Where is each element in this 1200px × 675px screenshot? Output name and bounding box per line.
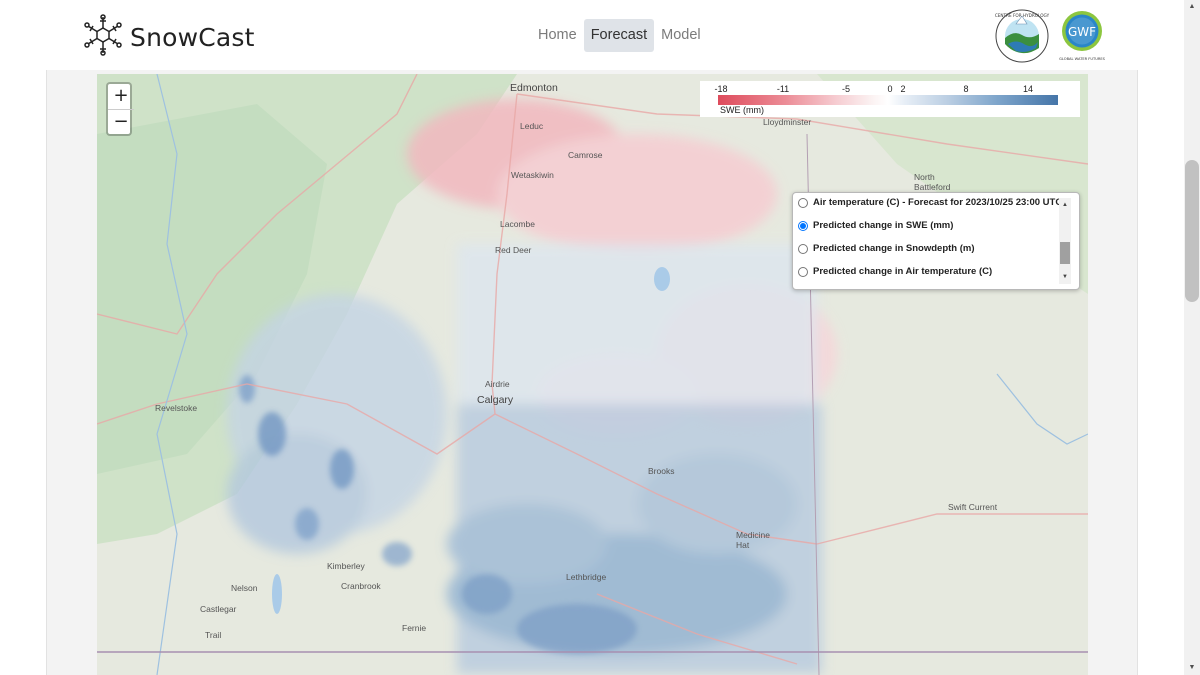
partner-logos: CENTRE FOR HYDROLOGY GWF GLOBAL WATER FU… <box>994 8 1106 69</box>
scroll-up-icon[interactable]: ▲ <box>1059 200 1071 210</box>
legend-tick: 0 <box>887 84 893 94</box>
label-lacombe: Lacombe <box>500 219 535 229</box>
svg-text:GLOBAL WATER FUTURES: GLOBAL WATER FUTURES <box>1059 57 1105 61</box>
nav-forecast[interactable]: Forecast <box>583 19 655 52</box>
label-edmonton: Edmonton <box>510 82 558 94</box>
layer-scrollbar[interactable]: ▲ ▼ <box>1059 198 1071 284</box>
svg-text:GWF: GWF <box>1068 25 1096 39</box>
label-revelstoke: Revelstoke <box>155 403 198 413</box>
layer-radio-snowdepth[interactable] <box>798 243 808 254</box>
label-camrose: Camrose <box>568 150 603 160</box>
label-north-battleford: North Battleford <box>914 172 951 192</box>
label-brooks: Brooks <box>648 466 675 476</box>
label-nelson: Nelson <box>231 583 258 593</box>
map-view[interactable]: Edmonton Leduc Lloydminster Camrose Weta… <box>97 74 1088 675</box>
layer-label: Air temperature (C) - Forecast for 2023/… <box>813 197 1063 208</box>
global-water-futures-logo[interactable]: GWF GLOBAL WATER FUTURES <box>1058 9 1106 68</box>
legend-color-bar <box>718 95 1058 105</box>
label-castlegar: Castlegar <box>200 604 237 614</box>
legend-tick: 8 <box>963 84 969 94</box>
nav-model[interactable]: Model <box>654 19 708 52</box>
legend-tick: -5 <box>841 84 851 94</box>
zoom-in-button[interactable]: + <box>108 84 134 109</box>
layer-label: Predicted change in SWE (mm) <box>813 220 954 231</box>
label-cranbrook: Cranbrook <box>341 581 381 591</box>
label-red-deer: Red Deer <box>495 245 532 255</box>
label-lloydminster: Lloydminster <box>763 117 812 127</box>
legend-ticks: -18 -11 -5 0 2 8 14 <box>700 84 1080 95</box>
label-swift-current: Swift Current <box>948 502 998 512</box>
scroll-down-icon[interactable]: ▼ <box>1184 661 1200 675</box>
scroll-thumb[interactable] <box>1185 160 1199 302</box>
page-scrollbar[interactable]: ▲ ▼ <box>1184 0 1200 675</box>
label-calgary: Calgary <box>477 394 514 406</box>
legend-tick: 14 <box>1022 84 1034 94</box>
legend-tick: -18 <box>714 84 728 94</box>
scroll-up-icon[interactable]: ▲ <box>1184 0 1200 14</box>
app-title: SnowCast <box>130 23 255 52</box>
layer-label: Predicted change in Snowdepth (m) <box>813 243 975 254</box>
layer-option[interactable]: Predicted change in Snowdepth (m) <box>797 237 1059 260</box>
legend-title: SWE (mm) <box>720 105 764 115</box>
main-nav: Home Forecast Model <box>531 19 708 52</box>
label-airdrie: Airdrie <box>485 379 510 389</box>
label-fernie: Fernie <box>402 623 427 633</box>
snowflake-icon <box>80 14 126 61</box>
navbar: SnowCast Home Forecast Model CENTRE FOR … <box>0 0 1184 70</box>
zoom-out-button[interactable]: − <box>108 109 134 134</box>
label-trail: Trail <box>205 630 222 640</box>
swe-legend: -18 -11 -5 0 2 8 14 SWE (mm) <box>700 81 1080 117</box>
layer-option[interactable]: Air temperature (C) - Forecast for 2023/… <box>797 193 1063 214</box>
label-kimberley: Kimberley <box>327 561 365 571</box>
svg-text:CENTRE FOR HYDROLOGY: CENTRE FOR HYDROLOGY <box>995 13 1050 18</box>
legend-tick: -11 <box>776 84 790 94</box>
brand[interactable]: SnowCast <box>80 14 255 61</box>
layer-option[interactable]: Predicted change in SWE (mm) <box>797 214 1059 237</box>
label-lethbridge: Lethbridge <box>566 572 607 582</box>
layer-radio-temp-change[interactable] <box>798 266 808 277</box>
scroll-down-icon[interactable]: ▼ <box>1059 272 1071 282</box>
centre-for-hydrology-logo[interactable]: CENTRE FOR HYDROLOGY <box>994 8 1050 69</box>
zoom-control: + − <box>106 82 134 136</box>
layer-radio-swe[interactable] <box>798 220 808 231</box>
layer-label: Predicted change in Air temperature (C) <box>813 266 993 277</box>
legend-tick: 2 <box>900 84 906 94</box>
label-leduc: Leduc <box>520 121 544 131</box>
nav-home[interactable]: Home <box>531 19 584 52</box>
label-wetaskiwin: Wetaskiwin <box>511 170 554 180</box>
layer-radio-air-temp[interactable] <box>798 197 808 208</box>
scroll-thumb[interactable] <box>1060 242 1070 264</box>
layer-option[interactable]: Predicted change in Air temperature (C) <box>797 260 1059 283</box>
layer-selector: Air temperature (C) - Forecast for 2023/… <box>792 192 1080 290</box>
label-medicine-hat: Medicine Hat <box>736 530 771 550</box>
layer-list: Air temperature (C) - Forecast for 2023/… <box>797 193 1063 283</box>
